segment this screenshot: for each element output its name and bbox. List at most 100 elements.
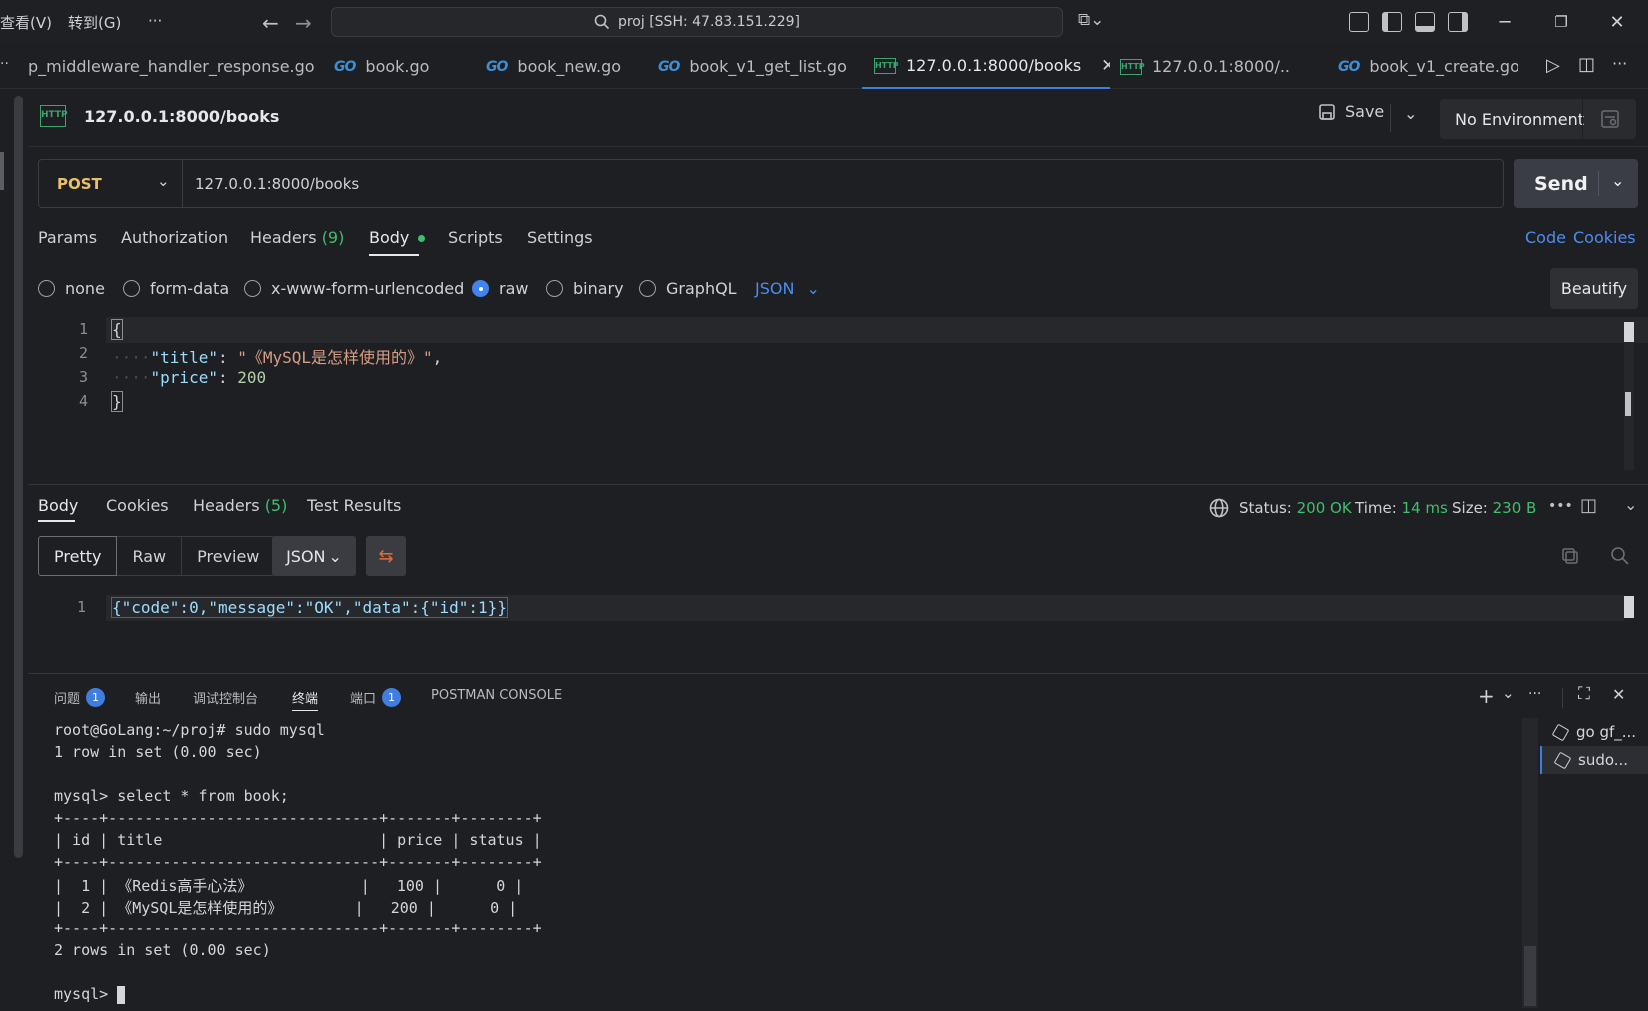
run-icon[interactable]: ▷ xyxy=(1546,55,1560,76)
tab-body[interactable]: Body xyxy=(369,228,426,247)
url-input[interactable]: 127.0.0.1:8000/books xyxy=(182,159,1504,208)
line-number: 1 xyxy=(78,320,88,338)
method-selector[interactable]: POST ⌄ xyxy=(38,159,182,208)
response-body-text[interactable]: {"code":0,"message":"OK","data":{"id":1}… xyxy=(111,597,508,618)
toggle-secondary-sidebar-icon[interactable] xyxy=(1448,12,1468,32)
back-arrow-icon[interactable]: ← xyxy=(262,11,279,35)
http-request-icon: HTTP xyxy=(874,57,899,74)
tab-settings[interactable]: Settings xyxy=(527,228,593,247)
view-pretty[interactable]: Pretty xyxy=(38,536,118,576)
radio-binary[interactable]: binary xyxy=(546,279,624,298)
tab-book-new-go[interactable]: GO book_new.go xyxy=(486,44,646,89)
response-format-dropdown[interactable]: JSON ⌄ xyxy=(272,536,356,576)
status-readout: Status: 200 OK xyxy=(1239,499,1352,517)
save-options-chevron-icon[interactable]: ⌄ xyxy=(1404,104,1417,123)
panel-tab-ports[interactable]: 端口 1 xyxy=(350,688,402,707)
response-scroll-thumb[interactable] xyxy=(1624,596,1634,618)
cookies-link[interactable]: Cookies xyxy=(1573,228,1636,247)
copilot-chat-icon[interactable]: ⧉⌄ xyxy=(1078,10,1104,30)
radio-raw[interactable]: raw xyxy=(472,279,528,298)
tab-middleware-handler-response[interactable]: p_middleware_handler_response.go xyxy=(28,44,318,89)
forward-arrow-icon[interactable]: → xyxy=(295,11,312,35)
terminal-item-go[interactable]: go gf_... xyxy=(1540,718,1648,746)
copy-icon[interactable] xyxy=(1560,546,1580,566)
toggle-primary-sidebar-icon[interactable] xyxy=(1382,12,1402,32)
more-actions-icon[interactable]: ··· xyxy=(1612,54,1627,73)
radio-none[interactable]: none xyxy=(38,279,105,298)
tab-headers[interactable]: Headers (9) xyxy=(250,228,344,247)
go-file-icon: GO xyxy=(658,58,680,75)
json-string: "《MySQL是怎样使用的》" xyxy=(237,348,433,367)
tab-params[interactable]: Params xyxy=(38,228,97,247)
terminal-item-sudo[interactable]: sudo... xyxy=(1540,746,1648,774)
code-link[interactable]: Code xyxy=(1525,228,1566,247)
tab-http-books-2[interactable]: HTTP 127.0.0.1:8000/... xyxy=(1120,44,1290,89)
view-preview[interactable]: Preview xyxy=(181,536,276,576)
radio-x-www-form-urlencoded[interactable]: x-www-form-urlencoded xyxy=(244,279,464,298)
panel-tab-terminal[interactable]: 终端 xyxy=(292,688,319,711)
tab-close-icon[interactable]: ✕ xyxy=(1101,56,1110,76)
panel-tab-debug-console[interactable]: 调试控制台 xyxy=(193,688,258,707)
terminal-prompt: mysql> xyxy=(54,985,126,1004)
toggle-panel-icon[interactable] xyxy=(1415,12,1435,32)
environment-selector[interactable]: No Environment xyxy=(1440,99,1636,139)
tab-book-go[interactable]: GO book.go xyxy=(334,44,474,89)
divider xyxy=(1582,99,1583,139)
collapse-chevron-icon[interactable]: ⌄ xyxy=(1624,495,1637,514)
tab-label: 127.0.0.1:8000/books xyxy=(906,56,1082,75)
request-body-editor[interactable]: 1 { 2 ····"title": "《MySQL是怎样使用的》", 3 ··… xyxy=(40,317,1648,475)
menu-more[interactable]: ··· xyxy=(148,12,162,30)
panel-tab-postman-console[interactable]: POSTMAN CONSOLE xyxy=(431,688,562,703)
tab-book-v1-create-go[interactable]: GO book_v1_create.go xyxy=(1338,44,1518,89)
resp-tab-body[interactable]: Body xyxy=(38,496,78,515)
save-button[interactable]: Save xyxy=(1318,102,1384,121)
resp-headers-count: (5) xyxy=(264,496,288,515)
environment-quick-look-icon[interactable] xyxy=(1600,109,1620,129)
response-view-modes: Pretty Raw Preview xyxy=(38,536,276,576)
panel-more-icon[interactable]: ··· xyxy=(1528,686,1541,702)
resp-tab-test-results[interactable]: Test Results xyxy=(307,496,401,515)
send-options-chevron-icon[interactable]: ⌄ xyxy=(1611,171,1624,190)
panel-tab-problems[interactable]: 问题 1 xyxy=(54,688,106,707)
response-more-icon[interactable]: ••• xyxy=(1548,498,1573,514)
maximize-panel-icon[interactable]: ⛶ xyxy=(1578,684,1590,704)
resp-tab-headers[interactable]: Headers (5) xyxy=(193,496,287,515)
menu-view[interactable]: 查看(V) xyxy=(0,12,52,33)
send-button[interactable]: Send ⌄ xyxy=(1514,159,1638,208)
new-terminal-icon[interactable]: + xyxy=(1478,684,1495,708)
wrap-lines-icon[interactable]: ⇆ xyxy=(366,536,406,576)
command-center-text: proj [SSH: 47.83.151.229] xyxy=(617,14,801,30)
close-panel-icon[interactable]: ✕ xyxy=(1612,685,1625,704)
response-divider[interactable] xyxy=(28,484,1648,485)
close-window-icon[interactable]: ✕ xyxy=(1590,0,1644,44)
line-number: 3 xyxy=(78,368,88,386)
minimize-icon[interactable]: ─ xyxy=(1478,0,1532,44)
terminal-options-chevron-icon[interactable]: ⌄ xyxy=(1502,684,1515,702)
body-format-dropdown[interactable]: JSON ⌄ xyxy=(755,279,820,298)
customize-layout-icon[interactable] xyxy=(1349,12,1369,32)
restore-icon[interactable]: ❐ xyxy=(1534,0,1588,44)
beautify-button[interactable]: Beautify xyxy=(1550,268,1638,309)
chevron-down-icon: ⌄ xyxy=(328,546,342,566)
terminal-scroll-thumb[interactable] xyxy=(1524,946,1536,1006)
activity-scrollbar[interactable] xyxy=(14,96,23,858)
tab-http-books-active[interactable]: HTTP 127.0.0.1:8000/books ✕ xyxy=(862,44,1110,89)
menu-goto[interactable]: 转到(G) xyxy=(68,12,121,33)
editor-scroll-thumb[interactable] xyxy=(1625,392,1631,416)
tab-authorization[interactable]: Authorization xyxy=(121,228,228,247)
split-editor-icon[interactable]: ◫ xyxy=(1578,54,1595,75)
search-icon[interactable] xyxy=(1610,546,1630,566)
radio-graphql[interactable]: GraphQL xyxy=(639,279,737,298)
tab-overflow-icon[interactable]: ·· xyxy=(0,56,9,72)
panel-tab-output[interactable]: 输出 xyxy=(135,688,161,707)
resp-tab-cookies[interactable]: Cookies xyxy=(106,496,169,515)
code-line-2: ····"title": "《MySQL是怎样使用的》", xyxy=(112,344,442,368)
panel-tab-label: 端口 xyxy=(350,692,377,707)
layout-toggle-icon[interactable]: ◫ xyxy=(1580,495,1597,516)
activity-indicator xyxy=(0,152,4,190)
view-raw[interactable]: Raw xyxy=(117,536,182,576)
radio-form-data[interactable]: form-data xyxy=(123,279,229,298)
tab-book-v1-get-list-go[interactable]: GO book_v1_get_list.go xyxy=(658,44,858,89)
command-center-search[interactable]: proj [SSH: 47.83.151.229] xyxy=(331,7,1063,37)
tab-scripts[interactable]: Scripts xyxy=(448,228,503,247)
